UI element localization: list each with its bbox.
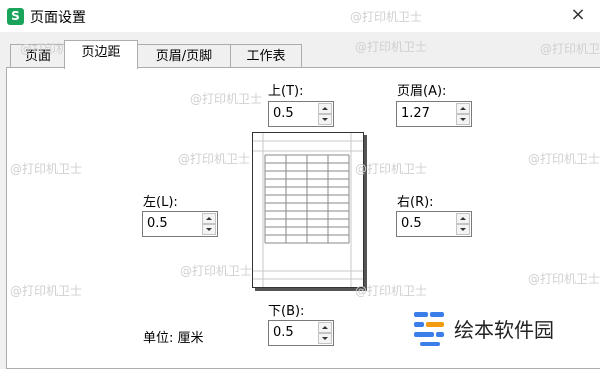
tab-strip: 页面 页边距 页眉/页脚 工作表 [0, 40, 600, 69]
watermark: @打印机卫士 [10, 162, 83, 176]
bottom-up-arrow-icon[interactable] [318, 322, 332, 333]
app-icon: S [7, 8, 24, 25]
title-bar: S 页面设置 × [0, 0, 600, 32]
watermark: @打印机卫士 [350, 10, 423, 24]
unit-label: 单位: 厘米 [143, 327, 204, 346]
watermark: @打印机卫士 [355, 284, 428, 298]
left-margin-label: 左(L): [143, 195, 178, 210]
header-margin-label: 页眉(A): [397, 84, 447, 99]
watermark: @打印机卫士 [180, 264, 253, 278]
header-up-arrow-icon[interactable] [456, 103, 470, 114]
watermark: @打印机卫士 [540, 42, 600, 56]
window-title: 页面设置 [30, 10, 86, 26]
close-button[interactable]: × [568, 4, 588, 26]
bottom-margin-value[interactable]: 0.5 [273, 325, 294, 340]
watermark: @打印机卫士 [10, 284, 83, 298]
page-preview-graphic [253, 133, 363, 287]
bottom-down-arrow-icon[interactable] [318, 333, 332, 344]
left-up-arrow-icon[interactable] [202, 213, 216, 224]
tab-sheet[interactable]: 工作表 [230, 44, 302, 68]
watermark: @打印机卫士 [528, 272, 600, 286]
right-margin-value[interactable]: 0.5 [401, 216, 422, 231]
unit-value: 厘米 [177, 331, 204, 346]
bottom-margin-label: 下(B): [268, 304, 305, 319]
left-margin-value[interactable]: 0.5 [147, 216, 168, 231]
brand-logo-icon [414, 312, 444, 346]
watermark: @打印机卫士 [178, 152, 251, 166]
bottom-margin-spinner[interactable]: 0.5 [268, 320, 334, 346]
left-margin-spinner[interactable]: 0.5 [142, 211, 218, 237]
header-down-arrow-icon[interactable] [456, 114, 470, 125]
watermark: @打印机卫士 [355, 162, 428, 176]
unit-caption: 单位: [143, 331, 174, 346]
page-preview [252, 132, 364, 288]
tab-header-footer[interactable]: 页眉/页脚 [136, 44, 232, 68]
top-margin-value[interactable]: 0.5 [273, 106, 294, 121]
brand-name: 绘本软件园 [454, 318, 554, 342]
brand-overlay: 绘本软件园 [396, 300, 600, 352]
header-margin-value[interactable]: 1.27 [401, 106, 430, 121]
top-down-arrow-icon[interactable] [318, 114, 332, 125]
left-down-arrow-icon[interactable] [202, 224, 216, 235]
top-margin-spinner[interactable]: 0.5 [268, 101, 334, 127]
right-margin-label: 右(R): [397, 195, 434, 210]
right-margin-spinner[interactable]: 0.5 [396, 211, 472, 237]
right-down-arrow-icon[interactable] [456, 224, 470, 235]
watermark: @打印机卫士 [528, 152, 600, 166]
right-up-arrow-icon[interactable] [456, 213, 470, 224]
tab-margins[interactable]: 页边距 [64, 40, 138, 69]
top-up-arrow-icon[interactable] [318, 103, 332, 114]
top-margin-label: 上(T): [268, 84, 304, 99]
watermark: @打印机卫士 [355, 40, 428, 54]
watermark: @打印机卫士 [190, 92, 263, 106]
header-margin-spinner[interactable]: 1.27 [396, 101, 472, 127]
